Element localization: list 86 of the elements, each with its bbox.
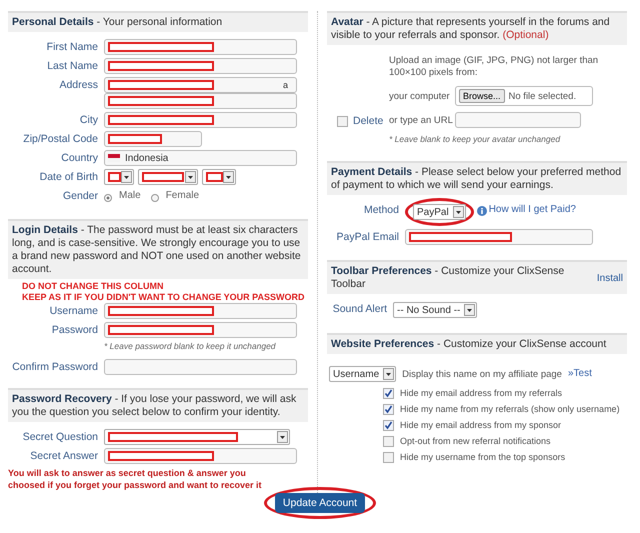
input-field[interactable]	[104, 39, 297, 55]
field-label: your computer	[389, 90, 451, 102]
field-label: Country	[60, 151, 99, 166]
input-field[interactable]	[104, 303, 297, 319]
field-label: Secret Question	[22, 430, 99, 445]
annotation-text: You will ask to answer as secret question & answer you	[8, 467, 247, 479]
dropdown[interactable]	[138, 169, 198, 185]
checkbox[interactable]	[383, 388, 394, 398]
field-label: Address	[58, 78, 99, 93]
field-label: Date of Birth	[38, 170, 99, 185]
file-status: No file selected.	[508, 90, 576, 102]
checkbox[interactable]	[383, 420, 394, 430]
dropdown[interactable]: -- No Sound --	[393, 302, 478, 318]
radio-label: Female	[166, 189, 200, 203]
field-label: First Name	[46, 40, 99, 55]
field-label: Gender	[62, 189, 99, 204]
radio-label: Male	[119, 189, 141, 203]
install-link[interactable]: Install	[596, 272, 623, 284]
hint-text: * Leave blank to keep your avatar unchanged	[389, 134, 562, 145]
checkbox-label: Hide my name from my referrals (show only username)	[400, 404, 620, 414]
checkbox-label: Hide my username from the top sponsors	[400, 452, 566, 462]
field-label: Sound Alert	[332, 302, 388, 317]
checkbox-label: Delete	[353, 115, 384, 127]
dropdown[interactable]	[202, 169, 236, 185]
radio-button[interactable]	[104, 194, 112, 202]
input-field[interactable]	[104, 359, 297, 375]
caret-icon	[452, 206, 464, 218]
field-label: Last Name	[46, 59, 99, 74]
dropdown[interactable]: Indonesia	[104, 150, 297, 166]
hint-text: * Leave password blank to keep it unchanged	[104, 341, 276, 352]
input-field[interactable]	[104, 131, 202, 147]
dropdown[interactable]	[104, 429, 290, 445]
input-field[interactable]	[104, 322, 297, 338]
input-field[interactable]	[455, 112, 581, 128]
caret-icon	[383, 368, 394, 380]
upload-instructions: Upload an image (GIF, JPG, PNG) not larger than 100×100 pixels from:	[389, 55, 599, 79]
dropdown[interactable]: Username	[329, 366, 396, 382]
display-name-text: Display this name on my affiliate page	[402, 368, 562, 380]
dropdown[interactable]: PayPal	[413, 204, 466, 220]
field-label: Username	[48, 304, 99, 319]
field-label: Password	[50, 323, 99, 338]
field-label: Secret Answer	[29, 449, 99, 464]
help-link[interactable]: How will I get Paid?	[488, 202, 576, 218]
input-field[interactable]	[405, 229, 593, 245]
field-label: Zip/Postal Code	[22, 132, 99, 147]
caret-icon	[121, 171, 132, 183]
checkbox[interactable]	[383, 452, 394, 462]
caret-icon	[464, 304, 476, 316]
field-label: City	[78, 113, 99, 128]
input-field[interactable]: a	[104, 77, 297, 93]
section-heading: Payment Details - Please select below your preferred method of payment to which we will send your earnings.	[331, 166, 622, 192]
caret-icon	[185, 171, 196, 183]
section-heading: Toolbar Preferences - Customize your ClixSense Toolbar	[331, 265, 566, 291]
field-label: Method	[362, 203, 400, 218]
input-field[interactable]	[104, 448, 297, 464]
checkbox[interactable]	[383, 436, 394, 446]
field-label: Confirm Password	[11, 360, 99, 375]
checkbox-label: Hide my email address from my referrals	[400, 388, 562, 398]
radio-button[interactable]	[150, 194, 159, 202]
input-field[interactable]	[104, 58, 297, 74]
checkbox-label: Hide my email address from my sponsor	[400, 420, 562, 430]
field-label: PayPal Email	[336, 230, 400, 245]
test-link[interactable]: »Test	[568, 366, 592, 382]
caret-icon	[223, 171, 234, 183]
input-field[interactable]	[104, 93, 297, 109]
section-heading: Website Preferences - Customize your ClixSense account	[331, 338, 606, 351]
section-heading: Login Details - The password must be at least six characters long, and is case-sensitive. We strongly encourage you to use a brand new password and NOT one used on another website account.	[12, 224, 302, 276]
annotation-text: choosed if you forget your password and want to recover it	[8, 479, 263, 491]
annotation-text: DO NOT CHANGE THIS COLUMN	[21, 281, 164, 292]
section-heading: Avatar - A picture that represents yourself in the forums and visible to your referrals and sponsor. (Optional)	[331, 16, 611, 42]
field-label: or type an URL	[389, 114, 454, 126]
field-value: Indonesia	[125, 152, 168, 164]
annotation-text: KEEP AS IT IF YOU DIDN'T WANT TO CHANGE YOUR PASSWORD	[21, 292, 306, 303]
section-heading: Personal Details - Your personal information	[12, 16, 222, 29]
caret-icon	[277, 431, 288, 443]
info-icon	[476, 206, 487, 216]
update-account-button[interactable]: Update Account	[274, 493, 366, 513]
input-field[interactable]	[104, 112, 297, 128]
checkbox-label: Opt-out from new referral notifications	[400, 436, 551, 446]
field-value: a	[282, 80, 288, 90]
section-heading: Password Recovery - If you lose your password, we will ask you the question you select below to confirm your identity.	[12, 393, 298, 419]
checkbox[interactable]	[383, 404, 394, 414]
browse-button[interactable]: Browse...	[459, 89, 505, 103]
file-input[interactable]: Browse... No file selected.	[455, 86, 593, 106]
checkbox[interactable]	[337, 116, 348, 126]
dropdown[interactable]	[104, 169, 134, 185]
